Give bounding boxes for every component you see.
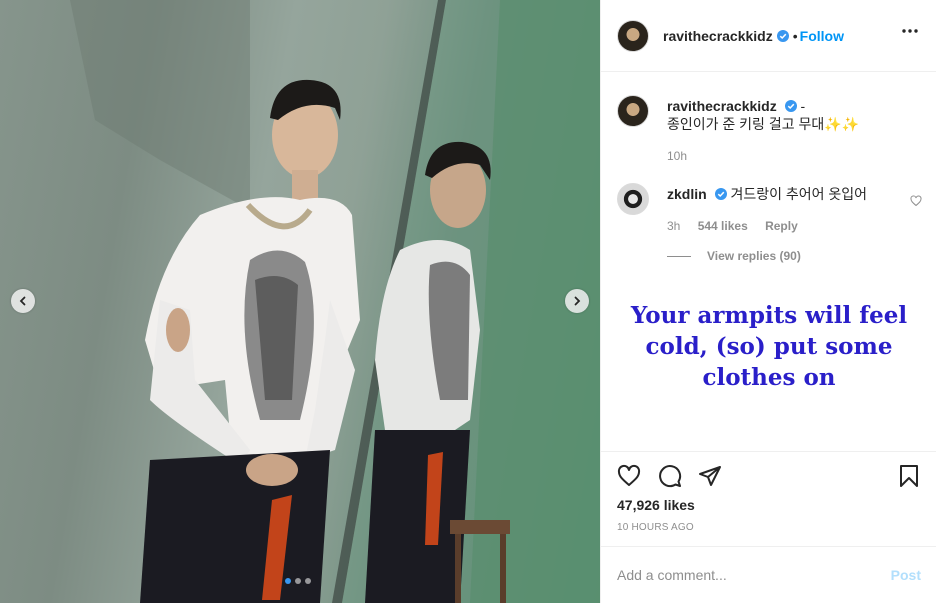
caption-meta: 10h [667, 147, 859, 165]
comment-text: 겨드랑이 추어어 옷입어 [730, 186, 868, 202]
comment-heart-icon[interactable] [910, 195, 922, 207]
action-bar [601, 451, 936, 501]
replies-divider [667, 255, 691, 257]
commenter-username[interactable]: zkdlin [667, 186, 707, 202]
view-replies-label: View replies (90) [707, 249, 801, 263]
comment-likes[interactable]: 544 likes [698, 219, 748, 233]
carousel-dot [305, 578, 311, 584]
commenter-avatar[interactable] [617, 183, 649, 215]
verified-icon [714, 188, 727, 200]
post-header: ravithecrackkidz • Follow [601, 0, 936, 72]
caption-time[interactable]: 10h [667, 149, 687, 163]
share-icon[interactable] [698, 464, 722, 488]
reply-button[interactable]: Reply [765, 219, 798, 233]
like-count[interactable]: 47,926 likes [617, 497, 695, 513]
annotation-line: clothes on [702, 364, 836, 391]
caption-suffix: - [800, 98, 806, 114]
carousel-dot [295, 578, 301, 584]
caption-avatar[interactable] [617, 95, 649, 127]
annotation-line: Your armpits will feel [630, 302, 908, 329]
caption-username[interactable]: ravithecrackkidz [667, 98, 777, 114]
post-panel: ravithecrackkidz • Follow ravithecrackki… [600, 0, 936, 603]
caption: ravithecrackkidz - 종인이가 준 키링 걸고 무대✨✨ 10h [617, 95, 859, 165]
next-photo-button[interactable] [565, 289, 589, 313]
comment-item: zkdlin 겨드랑이 추어어 옷입어 3h 544 likes Reply [617, 183, 867, 235]
annotation-line: cold, (so) put some [645, 333, 893, 360]
view-replies-button[interactable]: View replies (90) [667, 249, 801, 263]
comment-meta: 3h 544 likes Reply [667, 217, 867, 235]
carousel-dot [285, 578, 291, 584]
carousel-indicator [285, 578, 311, 584]
comment-time[interactable]: 3h [667, 219, 680, 233]
post-comment-button[interactable]: Post [891, 567, 921, 583]
caption-text: 종인이가 준 키링 걸고 무대✨✨ [667, 116, 860, 132]
author-avatar[interactable] [617, 19, 649, 52]
comment-input[interactable] [617, 567, 891, 583]
post-timestamp[interactable]: 10 HOURS AGO [617, 522, 694, 533]
bookmark-icon[interactable] [897, 464, 921, 488]
chevron-right-icon [574, 296, 581, 306]
instagram-post: ravithecrackkidz • Follow ravithecrackki… [0, 0, 936, 603]
verified-icon [784, 100, 797, 112]
more-icon[interactable] [902, 29, 918, 33]
heart-icon[interactable] [617, 464, 641, 488]
previous-photo-button[interactable] [11, 289, 35, 313]
chevron-left-icon [19, 296, 26, 306]
comment-icon[interactable] [658, 464, 682, 488]
translation-annotation: Your armpits will feel cold, (so) put so… [611, 300, 927, 393]
post-photo[interactable] [0, 0, 600, 603]
follow-button[interactable]: Follow [800, 28, 844, 44]
add-comment-bar: Post [601, 546, 936, 603]
author-username[interactable]: ravithecrackkidz [663, 28, 773, 44]
verified-icon [776, 29, 789, 42]
photo-scene [70, 0, 600, 603]
dot-separator: • [792, 27, 798, 44]
